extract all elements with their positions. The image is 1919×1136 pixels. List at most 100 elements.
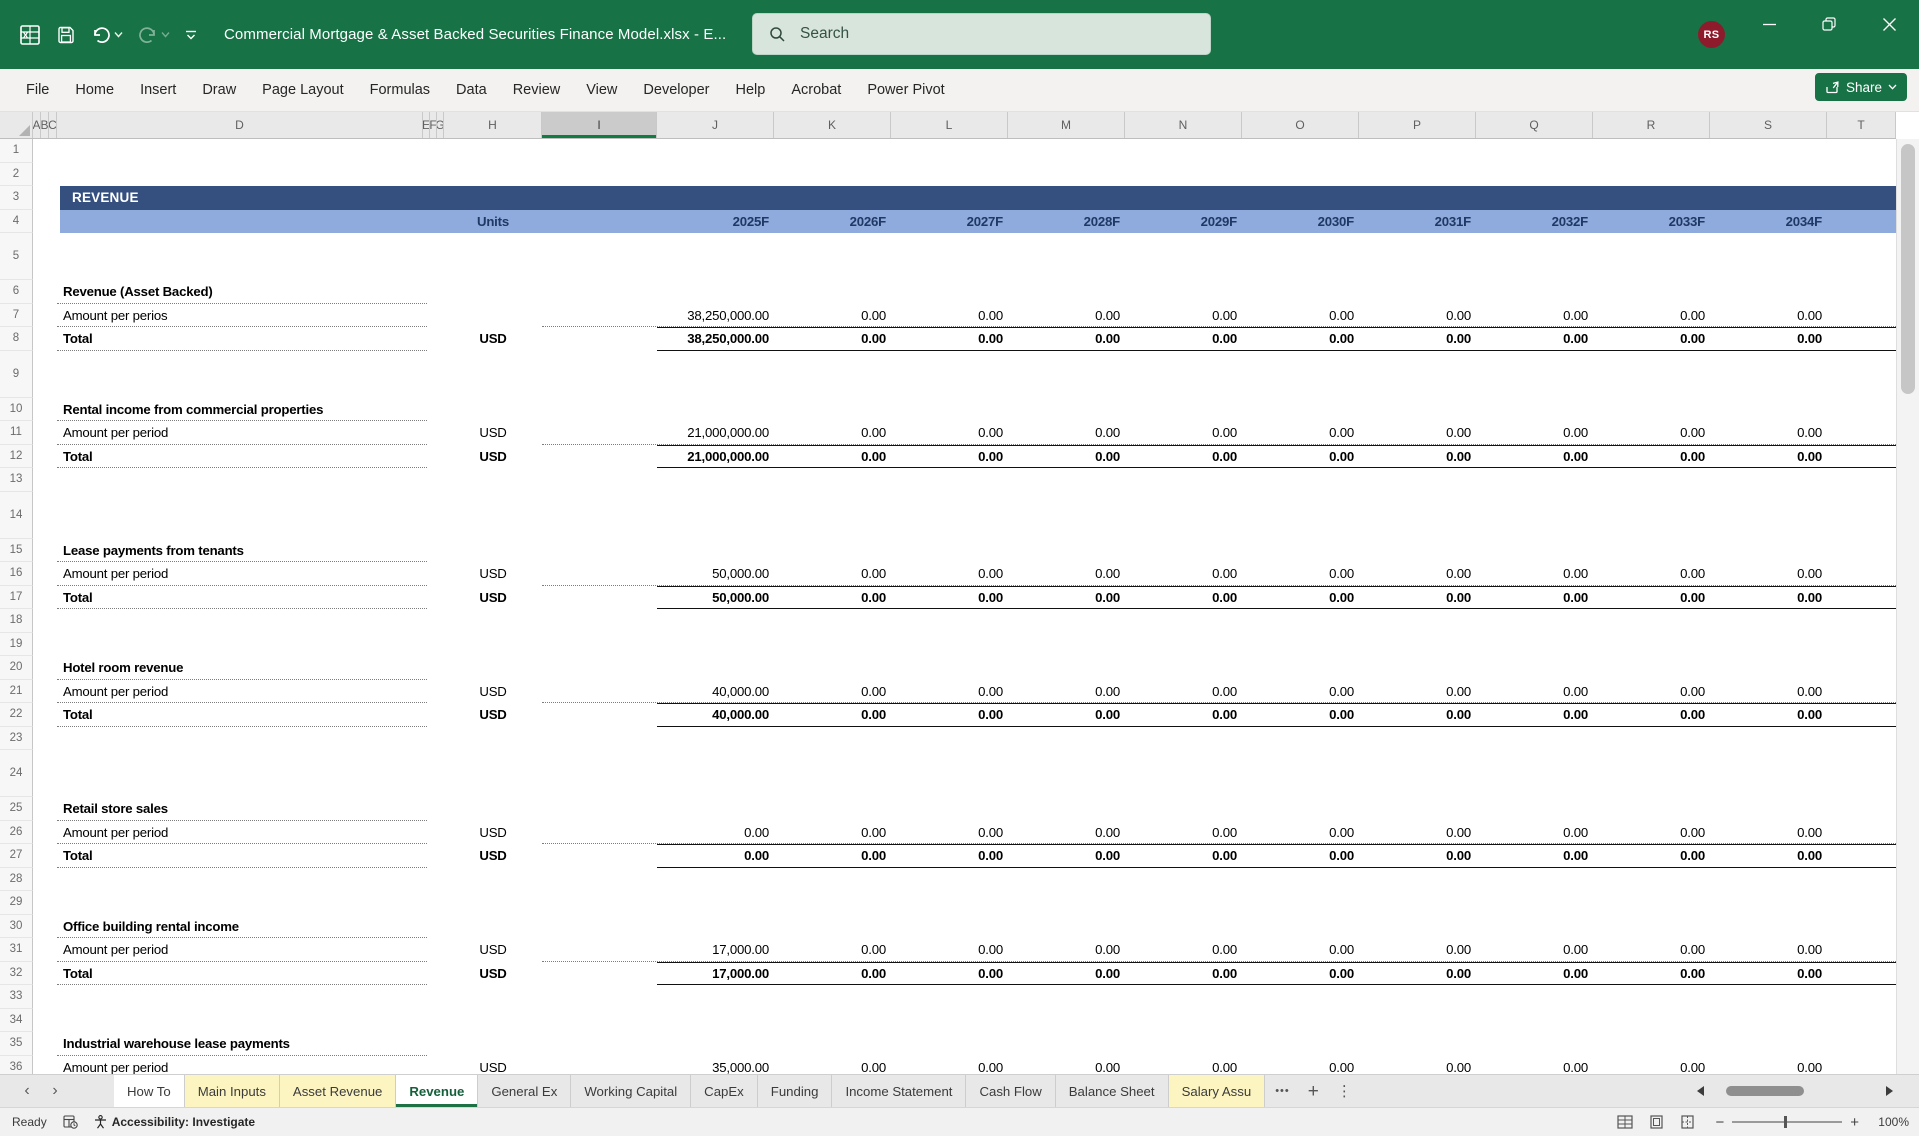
normal-view-icon[interactable] <box>1617 1115 1634 1129</box>
sheet-options-icon[interactable]: ⋮ <box>1337 1084 1352 1099</box>
zoom-slider[interactable] <box>1732 1116 1843 1128</box>
sheet-tab-capex[interactable]: CapEx <box>691 1075 758 1107</box>
column-header-B[interactable]: B <box>41 112 49 138</box>
row-header-30[interactable]: 30 <box>0 914 33 938</box>
grid-cell-value[interactable]: 0.00 <box>1359 962 1476 986</box>
grid-cell-value[interactable]: 0.00 <box>1359 445 1476 469</box>
grid-cell-value[interactable]: 0.00 <box>1242 562 1359 586</box>
grid-cell-value[interactable]: 0.00 <box>1710 938 1827 962</box>
grid-cell-value[interactable]: 0.00 <box>1242 703 1359 727</box>
grid-cell-value[interactable]: 0.00 <box>1476 844 1593 868</box>
grid-cell-value[interactable]: 0.00 <box>1242 445 1359 469</box>
grid-cell-value[interactable]: 0.00 <box>1359 421 1476 445</box>
year-header-2034F[interactable]: 2034F <box>1710 210 1827 234</box>
year-header-2028F[interactable]: 2028F <box>1008 210 1125 234</box>
grid-cell-value[interactable]: 0.00 <box>1593 421 1710 445</box>
ribbon-tab-home[interactable]: Home <box>62 69 127 111</box>
grid-cell-value[interactable]: 0.00 <box>1125 327 1242 351</box>
amount-label-cell[interactable]: Amount per period <box>63 1056 421 1074</box>
row-header-26[interactable]: 26 <box>0 820 33 844</box>
sheet-tab-funding[interactable]: Funding <box>758 1075 833 1107</box>
grid-cell-value[interactable]: 0.00 <box>891 844 1008 868</box>
grid-cell-value[interactable]: 0.00 <box>1008 962 1125 986</box>
sheet-tab-cash-flow[interactable]: Cash Flow <box>966 1075 1056 1107</box>
grid-cell-value[interactable]: 0.00 <box>774 562 891 586</box>
row-header-34[interactable]: 34 <box>0 1008 33 1032</box>
row-header-21[interactable]: 21 <box>0 679 33 703</box>
ribbon-tab-formulas[interactable]: Formulas <box>357 69 443 111</box>
grid-cell-value[interactable]: 0.00 <box>1242 1056 1359 1074</box>
grid-cell-value[interactable]: 0.00 <box>1125 562 1242 586</box>
grid-cell-value[interactable]: 0.00 <box>891 586 1008 610</box>
grid-cell-value[interactable]: 0.00 <box>1593 962 1710 986</box>
row-header-7[interactable]: 7 <box>0 303 33 327</box>
grid-cell-value[interactable]: 0.00 <box>1242 821 1359 845</box>
grid-cell-value[interactable]: 0.00 <box>774 962 891 986</box>
year-header-2029F[interactable]: 2029F <box>1125 210 1242 234</box>
vertical-scrollbar[interactable] <box>1896 139 1919 1074</box>
select-all-corner[interactable] <box>0 112 33 138</box>
year-header-2030F[interactable]: 2030F <box>1242 210 1359 234</box>
sheet-tab-how-to[interactable]: How To <box>114 1075 185 1107</box>
grid-cell-value[interactable]: 0.00 <box>1359 938 1476 962</box>
grid-cell-value[interactable]: 17,000.00 <box>657 962 774 986</box>
grid-cell-value[interactable]: 0.00 <box>1593 327 1710 351</box>
grid-cell-value[interactable]: 0.00 <box>1710 304 1827 328</box>
grid-cell-value[interactable]: 0.00 <box>1593 938 1710 962</box>
grid-cell-value[interactable]: 0.00 <box>1476 821 1593 845</box>
column-header-S[interactable]: S <box>1710 112 1827 138</box>
grid-cell-value[interactable]: 0.00 <box>1593 703 1710 727</box>
grid-cell-value[interactable]: 0.00 <box>1710 844 1827 868</box>
sheet-tab-income-statement[interactable]: Income Statement <box>832 1075 967 1107</box>
grid-cell-value[interactable]: 0.00 <box>1008 445 1125 469</box>
grid-cell-value[interactable]: 0.00 <box>1593 680 1710 704</box>
total-label-cell[interactable]: Total <box>63 962 421 986</box>
sheet-tab-balance-sheet[interactable]: Balance Sheet <box>1056 1075 1169 1107</box>
grid-cell-value[interactable]: 0.00 <box>1242 421 1359 445</box>
column-header-E[interactable]: E <box>423 112 430 138</box>
grid-cell-value[interactable]: 0.00 <box>891 1056 1008 1074</box>
row-header-23[interactable]: 23 <box>0 726 33 750</box>
row-header-24[interactable]: 24 <box>0 750 33 797</box>
grid-cell-value[interactable]: 0.00 <box>1710 703 1827 727</box>
quick-access-toolbar-icon[interactable] <box>184 29 198 41</box>
ribbon-tab-help[interactable]: Help <box>723 69 779 111</box>
grid-cell-value[interactable]: 38,250,000.00 <box>657 327 774 351</box>
grid-cell-value[interactable]: 0.00 <box>1359 680 1476 704</box>
row-header-22[interactable]: 22 <box>0 703 33 727</box>
grid-cell-value[interactable]: 0.00 <box>774 821 891 845</box>
grid-cell-value[interactable]: 0.00 <box>774 1056 891 1074</box>
grid-cell-value[interactable]: 0.00 <box>1476 327 1593 351</box>
sheet-nav-prev-icon[interactable]: ‹ <box>20 1082 34 1100</box>
zoom-level[interactable]: 100% <box>1873 1115 1909 1129</box>
row-header-1[interactable]: 1 <box>0 139 33 163</box>
column-header-N[interactable]: N <box>1125 112 1242 138</box>
row-header-12[interactable]: 12 <box>0 444 33 468</box>
amount-units-cell[interactable]: USD <box>444 421 542 445</box>
sheet-tab-main-inputs[interactable]: Main Inputs <box>184 1075 280 1107</box>
grid-cell-value[interactable]: 0.00 <box>774 304 891 328</box>
ribbon-tab-insert[interactable]: Insert <box>127 69 189 111</box>
grid-cell-value[interactable]: 0.00 <box>1359 586 1476 610</box>
avatar[interactable]: RS <box>1698 21 1725 48</box>
grid-cell-value[interactable]: 0.00 <box>774 327 891 351</box>
column-header-C[interactable]: C <box>49 112 57 138</box>
grid-cell-value[interactable]: 0.00 <box>1125 703 1242 727</box>
macro-record-icon[interactable] <box>63 1115 78 1129</box>
row-header-28[interactable]: 28 <box>0 867 33 891</box>
grid-cell-value[interactable]: 0.00 <box>1359 304 1476 328</box>
undo-icon[interactable] <box>90 25 123 45</box>
horizontal-scrollbar[interactable] <box>1697 1081 1893 1101</box>
grid-cell-value[interactable]: 0.00 <box>1476 1056 1593 1074</box>
column-header-K[interactable]: K <box>774 112 891 138</box>
row-header-25[interactable]: 25 <box>0 797 33 821</box>
column-header-T[interactable]: T <box>1827 112 1896 138</box>
grid-cell-value[interactable]: 0.00 <box>1359 562 1476 586</box>
total-units-cell[interactable]: USD <box>444 327 542 351</box>
amount-label-cell[interactable]: Amount per period <box>63 821 421 845</box>
grid-cell-value[interactable]: 0.00 <box>774 586 891 610</box>
total-label-cell[interactable]: Total <box>63 844 421 868</box>
grid-cell-value[interactable]: 0.00 <box>1359 844 1476 868</box>
row-header-17[interactable]: 17 <box>0 585 33 609</box>
grid-cell-value[interactable]: 0.00 <box>1710 680 1827 704</box>
